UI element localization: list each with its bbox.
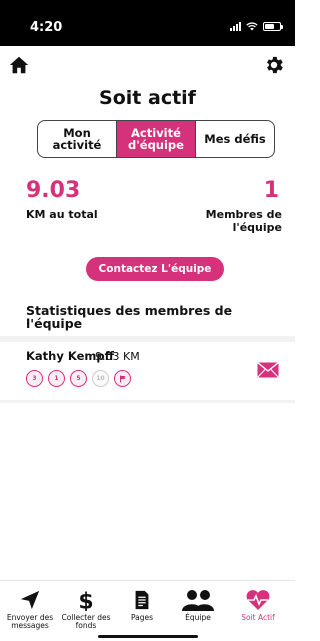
team-members-count: 1: [263, 178, 279, 203]
badge-text: 10: [96, 375, 105, 382]
badge-text: 3: [32, 375, 37, 382]
wifi-icon: [246, 22, 258, 31]
badge-3km: 3: [26, 370, 43, 387]
contact-team-button[interactable]: Contactez L'équipe: [86, 257, 224, 281]
badge-text: 1: [54, 375, 59, 382]
status-icons: [230, 22, 283, 31]
dollar-icon: $: [78, 589, 93, 611]
nav-label: Soit Actif: [241, 613, 275, 622]
team-members-label: Membres de l'équipe: [205, 208, 282, 234]
activity-tabs: Mon activité Activité d'équipe Mes défis: [37, 120, 275, 158]
signal-icon: [230, 22, 241, 31]
send-icon: [20, 590, 40, 610]
tab-mon-activite[interactable]: Mon activité: [38, 121, 117, 157]
tab-label: Mes défis: [204, 132, 266, 146]
nav-label: Pages: [130, 613, 154, 622]
badge-1km: 1: [48, 370, 65, 387]
nav-pages[interactable]: Pages: [116, 589, 168, 622]
member-row[interactable]: Kathy Kempff 9.03 KM 3 1 5 10: [0, 342, 295, 400]
tab-mes-defis[interactable]: Mes défis: [195, 121, 274, 157]
badge-10km: 10: [92, 370, 109, 387]
nav-collect-funds[interactable]: $ Collecter des fonds: [60, 589, 112, 630]
battery-icon: [263, 22, 283, 31]
flag-icon: [119, 375, 125, 382]
top-nav: [0, 50, 295, 80]
tab-label: Activité d'équipe: [128, 126, 184, 152]
svg-text:$: $: [78, 589, 93, 611]
tab-activite-equipe[interactable]: Activité d'équipe: [117, 121, 195, 157]
status-time: 4:20: [30, 20, 63, 35]
gear-icon[interactable]: [263, 54, 285, 76]
divider: [0, 400, 295, 403]
status-bar: 4:20: [0, 0, 295, 46]
nav-label: Collecter des fonds: [61, 613, 111, 630]
tab-label: Mon activité: [52, 126, 102, 152]
nav-label: Équipe: [185, 613, 211, 622]
team-icon: [182, 590, 214, 611]
km-total-value: 9.03: [26, 178, 81, 203]
nav-send-messages[interactable]: Envoyer des messages: [4, 589, 56, 630]
badge-5km: 5: [70, 370, 87, 387]
heartbeat-icon: [246, 590, 270, 610]
section-title: Statistiques des membres de l'équipe: [26, 303, 233, 331]
badge-text: 5: [76, 375, 81, 382]
nav-team[interactable]: Équipe: [172, 589, 224, 622]
member-badges: 3 1 5 10: [26, 370, 131, 387]
home-indicator: [98, 635, 198, 638]
document-icon: [135, 590, 149, 610]
nav-soit-actif[interactable]: Soit Actif: [232, 589, 284, 622]
km-total-label: KM au total: [26, 208, 98, 221]
home-icon[interactable]: [8, 54, 30, 76]
badge-flag: [114, 370, 131, 387]
mail-icon[interactable]: [257, 362, 279, 378]
bottom-nav: Envoyer des messages $ Collecter des fon…: [0, 580, 295, 641]
page-title: Soit actif: [99, 87, 196, 109]
member-km: 9.03 KM: [95, 350, 140, 363]
nav-label: Envoyer des messages: [6, 613, 54, 630]
